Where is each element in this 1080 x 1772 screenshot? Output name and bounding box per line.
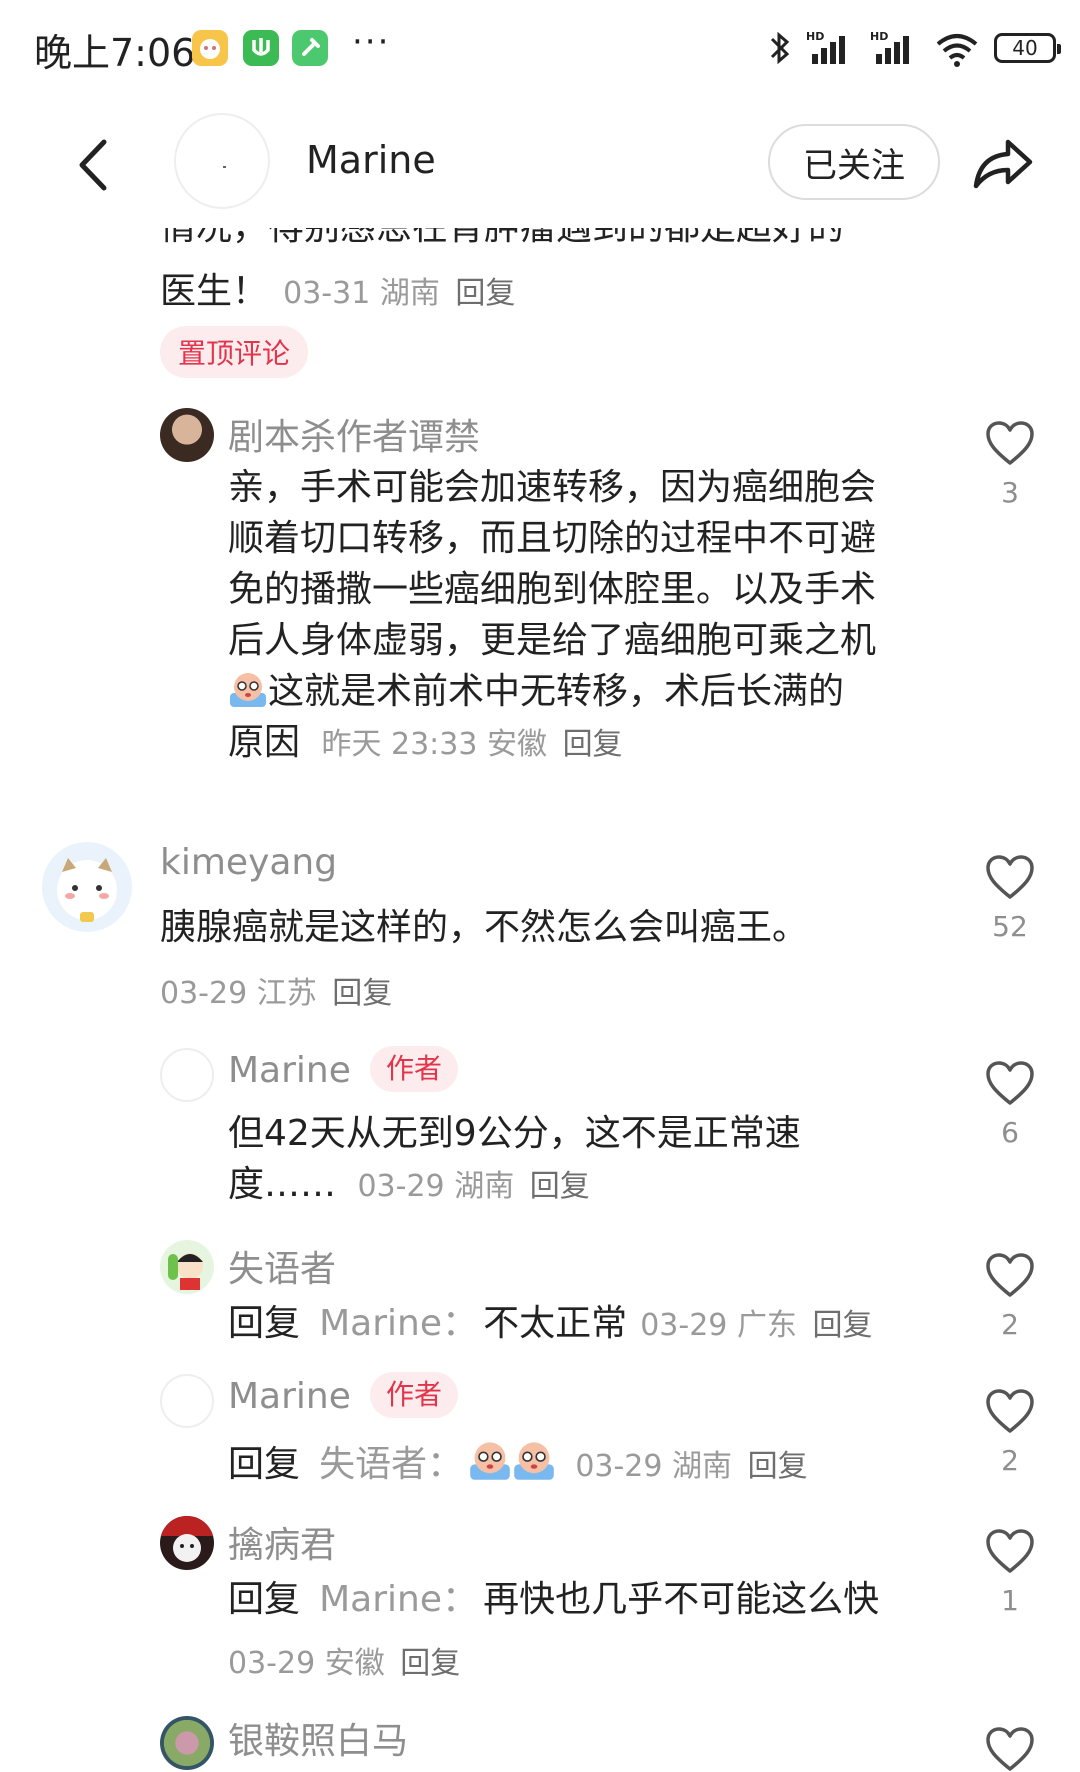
like-button[interactable]: 6 — [975, 1060, 1045, 1149]
status-time: 晚上7:06 — [34, 31, 196, 75]
cat-avatar-icon — [57, 858, 117, 922]
avatar[interactable] — [160, 1240, 214, 1294]
comment-body: 回复 Marine： 不太正常 03-29 广东 回复 — [228, 1303, 873, 1344]
reply-to-username[interactable]: Marine： — [319, 1303, 478, 1344]
share-button[interactable] — [970, 132, 1036, 194]
like-button[interactable]: 3 — [975, 420, 1045, 509]
crying-emoji-icon — [230, 673, 266, 707]
svg-text:HD: HD — [806, 30, 824, 43]
share-icon — [973, 139, 1033, 189]
signal-hd-icon: HD — [806, 30, 845, 64]
svg-text:HD: HD — [870, 30, 888, 43]
comment-body: 回复 Marine： 再快也几乎不可能这么快 — [228, 1579, 880, 1620]
like-button[interactable]: 1 — [975, 1528, 1045, 1617]
comment-body: 回复 失语者： 03-29 湖南 回复 — [228, 1438, 808, 1490]
author-badge: 作者 — [369, 1046, 458, 1092]
crying-emoji-icon — [470, 1442, 511, 1480]
avatar[interactable] — [160, 1374, 214, 1428]
reply-button[interactable]: 回复 — [455, 276, 515, 311]
comment-username[interactable]: Marine — [228, 1376, 351, 1417]
reply-button[interactable]: 回复 — [563, 727, 623, 762]
dog-avatar-icon — [160, 1516, 214, 1562]
reply-button[interactable]: 回复 — [530, 1169, 590, 1204]
comment-username[interactable]: 银鞍照白马 — [228, 1712, 408, 1764]
like-button[interactable] — [975, 1726, 1045, 1772]
like-count: 2 — [1001, 1308, 1019, 1341]
comment-meta: 03-29 安徽 回复 — [228, 1646, 461, 1681]
back-button[interactable] — [70, 130, 120, 200]
pinned-comment-badge: 置顶评论 — [160, 326, 309, 378]
author-badge: 作者 — [369, 1372, 458, 1418]
reply-to-username[interactable]: 失语者： — [319, 1444, 463, 1485]
like-count: 1 — [1001, 1584, 1019, 1617]
comment-meta: 03-29 湖南 回复 — [357, 1169, 590, 1204]
wechat-work-icon — [243, 30, 279, 66]
reply-to-username[interactable]: Marine： — [319, 1579, 478, 1620]
bluetooth-icon — [770, 31, 790, 65]
reply-button[interactable]: 回复 — [812, 1308, 872, 1343]
comment-meta: 昨天 23:33 安徽 回复 — [321, 727, 623, 762]
heart-icon — [986, 1727, 1034, 1771]
comment-username[interactable]: Marine — [228, 1050, 351, 1091]
comment-body: 但42天从无到9公分，这不是正常速 度…… 03-29 湖南 回复 — [228, 1113, 801, 1205]
like-button[interactable]: 2 — [975, 1252, 1045, 1341]
comment-meta: 03-29 江苏 回复 — [160, 976, 393, 1011]
comment-username[interactable]: 剧本杀作者谭禁 — [228, 408, 480, 460]
avatar[interactable] — [160, 408, 214, 462]
avatar[interactable] — [160, 1516, 214, 1570]
like-count: 6 — [1001, 1116, 1019, 1149]
like-count: 52 — [992, 910, 1028, 943]
like-count: 3 — [1001, 476, 1019, 509]
chevron-left-icon — [79, 139, 107, 191]
comment-body: 亲，手术可能会加速转移，因为癌细胞会 顺着切口转移，而且切除的过程中不可避 免的… — [228, 467, 877, 763]
pinned-comment-tail: 医生！ 03-31 湖南 回复 — [160, 271, 516, 312]
pinned-comment-clipped-line: 情况，得别感恩在肯肿瘤遇到的都是超好的 — [160, 228, 920, 256]
heart-icon — [986, 1253, 1034, 1297]
comment-username[interactable]: kimeyang — [160, 842, 337, 883]
like-button[interactable]: 2 — [975, 1388, 1045, 1477]
wifi-icon — [936, 34, 978, 67]
following-button[interactable]: 已关注 — [768, 124, 940, 200]
like-button[interactable]: 52 — [975, 854, 1045, 943]
status-right: HD HD 40 — [768, 26, 1061, 70]
comment-meta: 03-31 湖南 回复 — [283, 276, 516, 311]
comment-meta: 03-29 湖南 回复 — [575, 1449, 808, 1484]
author-avatar[interactable] — [174, 113, 270, 209]
comment-header: Marine 作者 — [228, 1372, 458, 1418]
heart-icon — [986, 421, 1034, 465]
signal-hd-icon-2: HD — [870, 30, 909, 64]
heart-icon — [986, 855, 1034, 899]
heart-icon — [986, 1061, 1034, 1105]
like-count: 2 — [1001, 1444, 1019, 1477]
reply-button[interactable]: 回复 — [400, 1646, 460, 1681]
comment-body: 胰腺癌就是这样的，不然怎么会叫癌王。 — [160, 907, 809, 948]
author-name[interactable]: Marine — [306, 138, 436, 182]
reply-button[interactable]: 回复 — [332, 976, 392, 1011]
avatar[interactable] — [160, 1716, 214, 1770]
avatar[interactable] — [160, 1048, 214, 1102]
heart-icon — [986, 1389, 1034, 1433]
avatar[interactable] — [42, 842, 132, 932]
comment-header: Marine 作者 — [228, 1046, 458, 1092]
comment-username[interactable]: 擒病君 — [228, 1516, 336, 1568]
crying-emoji-icon — [514, 1442, 555, 1480]
reply-button[interactable]: 回复 — [748, 1449, 808, 1484]
comment-username[interactable]: 失语者 — [228, 1240, 336, 1292]
comment-meta: 03-29 广东 回复 — [640, 1308, 873, 1343]
more-notifications-icon: ··· — [352, 22, 391, 62]
battery-icon: 40 — [994, 33, 1061, 63]
heart-icon — [986, 1529, 1034, 1573]
tool-app-icon — [292, 30, 328, 66]
cartoon-avatar-icon — [168, 1253, 203, 1290]
notification-app-icon — [192, 30, 228, 66]
